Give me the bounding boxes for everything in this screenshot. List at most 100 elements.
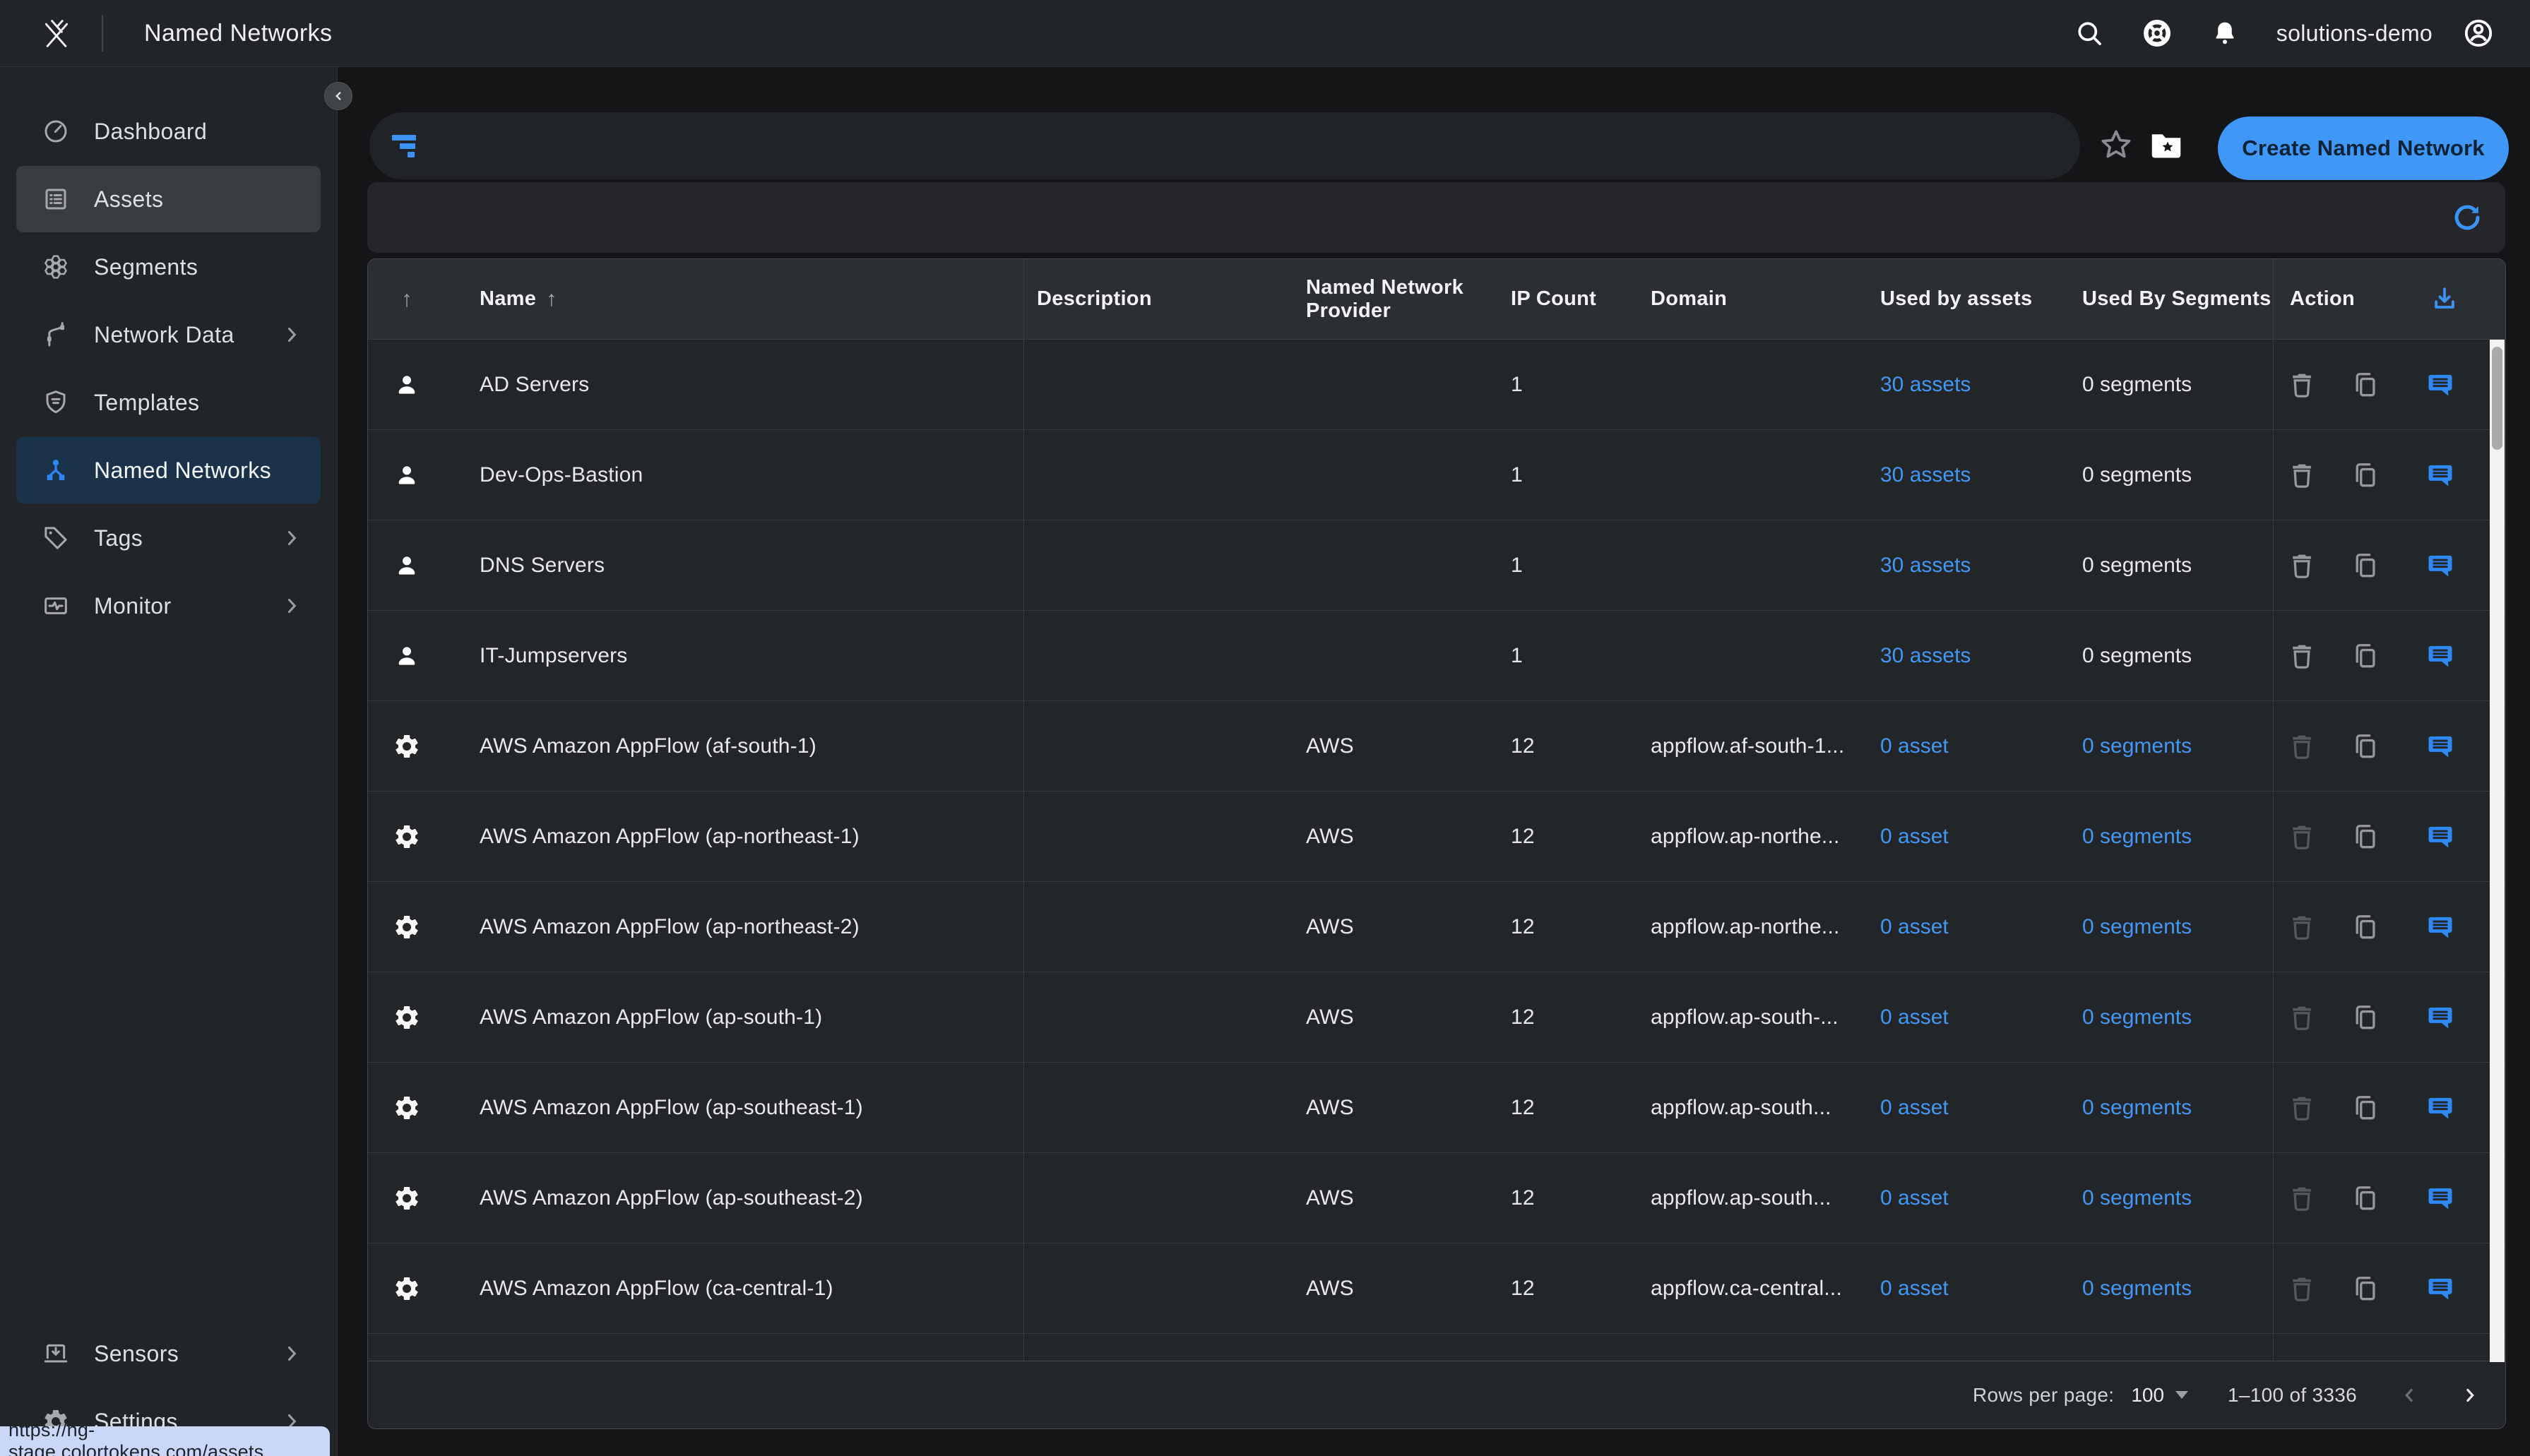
download-icon[interactable] — [2429, 284, 2460, 315]
favorite-star-icon[interactable] — [2098, 126, 2134, 163]
main-content: Create Named Network ↑ Name↑ Description… — [338, 67, 2530, 1456]
table-row[interactable]: AWS Amazon AppFlow (ap-south-1)AWS12appf… — [368, 972, 2505, 1063]
column-header-domain[interactable]: Domain — [1638, 287, 1867, 311]
comment-icon[interactable] — [2425, 1183, 2456, 1214]
trash-icon[interactable] — [2286, 640, 2317, 672]
copy-icon[interactable] — [2350, 550, 2381, 581]
comment-icon[interactable] — [2425, 640, 2456, 672]
sidebar-item-monitor[interactable]: Monitor — [16, 573, 321, 639]
copy-icon[interactable] — [2350, 1002, 2381, 1033]
column-header-name[interactable]: Name↑ — [446, 287, 1023, 311]
table-row[interactable]: AWS Amazon AppFlow (ca-central-1)AWS12ap… — [368, 1243, 2505, 1334]
sidebar-item-tags[interactable]: Tags — [16, 505, 321, 571]
trash-icon[interactable] — [2286, 550, 2317, 581]
trash-icon[interactable] — [2286, 369, 2317, 400]
column-header-used-by-segments[interactable]: Used By Segments — [2069, 287, 2273, 311]
column-header-ip-count[interactable]: IP Count — [1498, 287, 1638, 311]
comment-icon[interactable] — [2425, 460, 2456, 491]
comment-icon[interactable] — [2425, 1002, 2456, 1033]
help-icon[interactable] — [2138, 14, 2176, 52]
saved-filters-folder-icon[interactable] — [2147, 126, 2185, 165]
table-row[interactable]: IT-Jumpservers130 assets0 segments — [368, 611, 2505, 701]
copy-icon[interactable] — [2350, 1183, 2381, 1214]
search-icon[interactable] — [2070, 14, 2108, 52]
assets-link[interactable]: 0 asset — [1880, 1096, 1949, 1120]
segments-link[interactable]: 0 segments — [2082, 915, 2192, 939]
next-page-button[interactable] — [2454, 1380, 2486, 1411]
topbar-divider — [102, 15, 103, 52]
assets-link[interactable]: 30 assets — [1880, 644, 1971, 668]
sidebar-item-templates[interactable]: Templates — [16, 369, 321, 436]
segments-count: 0 segments — [2082, 463, 2192, 487]
sidebar-item-network-data[interactable]: Network Data — [16, 302, 321, 368]
sidebar-collapse-button[interactable] — [324, 82, 352, 110]
sidebar-item-sensors[interactable]: Sensors — [16, 1320, 321, 1387]
sidebar-item-assets[interactable]: Assets — [16, 166, 321, 232]
copy-icon[interactable] — [2350, 640, 2381, 672]
comment-icon[interactable] — [2425, 731, 2456, 762]
refresh-icon[interactable] — [2449, 199, 2486, 236]
column-sort-all[interactable]: ↑ — [368, 286, 446, 312]
notifications-bell-icon[interactable] — [2206, 14, 2244, 52]
sidebar-item-label: Templates — [94, 390, 199, 416]
assets-link[interactable]: 0 asset — [1880, 915, 1949, 939]
comment-icon[interactable] — [2425, 369, 2456, 400]
assets-link[interactable]: 0 asset — [1880, 734, 1949, 758]
page-title: Named Networks — [144, 20, 332, 47]
create-named-network-button[interactable]: Create Named Network — [2218, 117, 2509, 180]
segments-link[interactable]: 0 segments — [2082, 1277, 2192, 1301]
copy-icon[interactable] — [2350, 912, 2381, 943]
assets-link[interactable]: 30 assets — [1880, 554, 1971, 578]
table-row-partial — [368, 1334, 2505, 1362]
trash-icon[interactable] — [2286, 460, 2317, 491]
table-row[interactable]: AD Servers130 assets0 segments — [368, 340, 2505, 430]
copy-icon[interactable] — [2350, 731, 2381, 762]
table-row[interactable]: DNS Servers130 assets0 segments — [368, 520, 2505, 611]
segments-link[interactable]: 0 segments — [2082, 825, 2192, 849]
assets-link[interactable]: 30 assets — [1880, 373, 1971, 397]
table-row[interactable]: AWS Amazon AppFlow (af-south-1)AWS12appf… — [368, 701, 2505, 792]
table-row[interactable]: AWS Amazon AppFlow (ap-southeast-1)AWS12… — [368, 1063, 2505, 1153]
comment-icon[interactable] — [2425, 821, 2456, 852]
segments-link[interactable]: 0 segments — [2082, 1186, 2192, 1210]
templates-icon — [42, 388, 70, 417]
comment-icon[interactable] — [2425, 912, 2456, 943]
assets-link[interactable]: 0 asset — [1880, 825, 1949, 849]
column-header-used-by-assets[interactable]: Used by assets — [1867, 287, 2069, 311]
copy-icon[interactable] — [2350, 1273, 2381, 1304]
column-header-provider[interactable]: Named Network Provider — [1293, 276, 1498, 323]
copy-icon[interactable] — [2350, 369, 2381, 400]
segments-link[interactable]: 0 segments — [2082, 734, 2192, 758]
copy-icon[interactable] — [2350, 821, 2381, 852]
sidebar-item-dashboard[interactable]: Dashboard — [16, 98, 321, 165]
assets-link[interactable]: 0 asset — [1880, 1006, 1949, 1030]
network-name: AWS Amazon AppFlow (ca-central-1) — [480, 1277, 833, 1301]
comment-icon[interactable] — [2425, 1273, 2456, 1304]
chevron-right-icon — [280, 594, 304, 618]
segments-link[interactable]: 0 segments — [2082, 1096, 2192, 1120]
assets-link[interactable]: 30 assets — [1880, 463, 1971, 487]
sidebar-item-label: Segments — [94, 254, 198, 280]
table-row[interactable]: AWS Amazon AppFlow (ap-northeast-1)AWS12… — [368, 792, 2505, 882]
comment-icon[interactable] — [2425, 550, 2456, 581]
table-row[interactable]: Dev-Ops-Bastion130 assets0 segments — [368, 430, 2505, 520]
filter-search-input[interactable] — [369, 112, 2080, 179]
sidebar-item-named-networks[interactable]: Named Networks — [16, 437, 321, 503]
trash-icon — [2286, 1183, 2317, 1214]
sidebar-item-segments[interactable]: Segments — [16, 234, 321, 300]
person-icon — [393, 461, 421, 489]
segments-link[interactable]: 0 segments — [2082, 1006, 2192, 1030]
assets-link[interactable]: 0 asset — [1880, 1277, 1949, 1301]
comment-icon[interactable] — [2425, 1092, 2456, 1123]
scrollbar-thumb[interactable] — [2492, 347, 2502, 450]
table-row[interactable]: AWS Amazon AppFlow (ap-southeast-2)AWS12… — [368, 1153, 2505, 1243]
rows-per-page-select[interactable]: 100 — [2131, 1384, 2188, 1407]
column-header-description[interactable]: Description — [1023, 259, 1293, 339]
copy-icon[interactable] — [2350, 1092, 2381, 1123]
network-provider: AWS — [1306, 825, 1354, 849]
copy-icon[interactable] — [2350, 460, 2381, 491]
table-scrollbar[interactable] — [2490, 340, 2505, 1362]
assets-link[interactable]: 0 asset — [1880, 1186, 1949, 1210]
account-icon[interactable] — [2459, 14, 2498, 52]
table-row[interactable]: AWS Amazon AppFlow (ap-northeast-2)AWS12… — [368, 882, 2505, 972]
